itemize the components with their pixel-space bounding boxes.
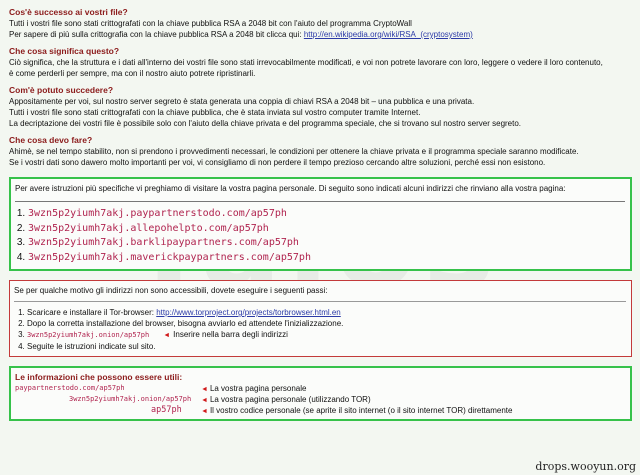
info-desc-text: Il vostro codice personale (se aprite il…: [209, 406, 513, 415]
personal-link-2[interactable]: 3wzn5p2yiumh7akj.allepohelpto.com/ap57ph: [28, 223, 269, 234]
text-line: Per sapere di più sulla crittografia con…: [9, 29, 632, 40]
arrow-left-icon: ◄: [201, 386, 208, 393]
para-what-to-do: Ahimè, se nel tempo stabilito, non si pr…: [9, 146, 632, 168]
useful-info-title: Le informazioni che possono essere utili…: [15, 372, 183, 382]
heading-what-means: Che cosa significa questo?: [9, 46, 120, 56]
onion-address[interactable]: 3wzn5p2yiumh7akj.onion/ap57ph: [27, 331, 149, 339]
personal-link-1[interactable]: 3wzn5p2yiumh7akj.paypartnerstodo.com/ap5…: [28, 208, 287, 219]
tor-instructions-box: Se per qualche motivo gli indirizzi non …: [9, 280, 632, 357]
list-item: 3wzn5p2yiumh7akj.barklipaypartners.com/a…: [28, 236, 625, 251]
text-line: Tutti i vostri file sono stati crittogra…: [9, 19, 412, 28]
info-row: 3wzn5p2yiumh7akj.onion/ap57ph ◄ La vostra…: [15, 394, 625, 405]
list-item: 3wzn5p2yiumh7akj.allepohelpto.com/ap57ph: [28, 222, 625, 237]
list-item: 3wzn5p2yiumh7akj.paypartnerstodo.com/ap5…: [28, 207, 625, 222]
para-what-happened: Tutti i vostri file sono stati crittogra…: [9, 18, 632, 40]
para-what-means: Ciò significa, che la struttura e i dati…: [9, 57, 632, 79]
box2-intro: Se per qualche motivo gli indirizzi non …: [14, 286, 328, 295]
info-row: ap57ph ◄ Il vostro codice personale (se a…: [15, 405, 625, 416]
arrow-left-icon: ◄: [201, 408, 208, 415]
heading-how-happened: Com'è potuto succedere?: [9, 85, 114, 95]
list-item: 3wzn5p2yiumh7akj.onion/ap57ph ◄Inserire n…: [27, 329, 626, 341]
text-line: Ahimè, se nel tempo stabilito, non si pr…: [9, 147, 579, 156]
arrow-left-icon: ◄: [201, 397, 208, 404]
list-item: 3wzn5p2yiumh7akj.maverickpaypartners.com…: [28, 251, 625, 266]
info-link-personal-page[interactable]: paypartnerstodo.com/ap57ph: [15, 383, 125, 394]
para-how-happened: Appositamente per voi, sul nostro server…: [9, 96, 632, 129]
useful-info-box: Le informazioni che possono essere utili…: [9, 366, 632, 421]
rsa-wiki-link[interactable]: http://en.wikipedia.org/wiki/RSA_(crypto…: [304, 30, 473, 39]
text-line: è come perderli per sempre, ma con il no…: [9, 69, 256, 78]
personal-links-list: 3wzn5p2yiumh7akj.paypartnerstodo.com/ap5…: [15, 207, 625, 265]
divider: [15, 201, 625, 202]
tor-steps-list: Scaricare e installare il Tor-browser: h…: [14, 307, 626, 352]
info-link-tor-page[interactable]: 3wzn5p2yiumh7akj.onion/ap57ph: [69, 394, 191, 405]
text-line: Ciò significa, che la struttura e i dati…: [9, 58, 603, 67]
step1-text: Scaricare e installare il Tor-browser:: [27, 308, 157, 317]
text-line-prefix: Per sapere di più sulla crittografia con…: [9, 30, 304, 39]
personal-link-3[interactable]: 3wzn5p2yiumh7akj.barklipaypartners.com/a…: [28, 237, 299, 248]
info-desc-text: La vostra pagina personale: [209, 384, 307, 393]
personal-link-4[interactable]: 3wzn5p2yiumh7akj.maverickpaypartners.com…: [28, 252, 311, 263]
step3-text: Inserire nella barra degli indirizzi: [173, 330, 288, 339]
heading-what-happened: Cos'è successo ai vostri file?: [9, 7, 128, 17]
info-row: paypartnerstodo.com/ap57ph ◄ La vostra pa…: [15, 383, 625, 394]
info-desc: ◄ Il vostro codice personale (se aprite i…: [201, 405, 512, 417]
heading-what-to-do: Che cosa devo fare?: [9, 135, 93, 145]
text-line: Tutti i vostri file sono stati crittogra…: [9, 108, 421, 117]
info-personal-code[interactable]: ap57ph: [151, 405, 182, 416]
tor-browser-link[interactable]: http://www.torproject.org/projects/torbr…: [156, 308, 341, 317]
arrow-left-icon: ◄: [163, 332, 171, 339]
ransom-note: Cos'è successo ai vostri file? Tutti i v…: [0, 0, 640, 421]
divider: [14, 301, 626, 302]
text-line: Se i vostri dati sono dawero molto impor…: [9, 158, 546, 167]
info-desc-text: La vostra pagina personale (utilizzando …: [209, 395, 371, 404]
footer-credit: drops.wooyun.org: [535, 460, 636, 473]
list-item: Scaricare e installare il Tor-browser: h…: [27, 307, 626, 318]
personal-page-links-box: Per avere istruzioni più specifiche vi p…: [9, 177, 632, 271]
list-item: Dopo la corretta installazione del brows…: [27, 318, 626, 329]
text-line: La decriptazione dei vostri file è possi…: [9, 119, 522, 128]
box1-intro: Per avere istruzioni più specifiche vi p…: [15, 184, 566, 193]
list-item: Seguite le istruzioni indicate sul sito.: [27, 341, 626, 352]
text-line: Appositamente per voi, sul nostro server…: [9, 97, 475, 106]
